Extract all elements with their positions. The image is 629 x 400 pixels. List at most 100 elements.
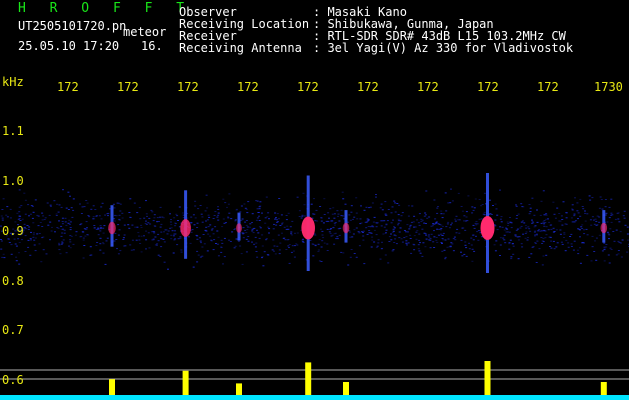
noise-speck	[417, 248, 420, 250]
noise-speck	[430, 233, 433, 235]
noise-speck	[428, 239, 430, 241]
noise-speck	[217, 212, 220, 214]
noise-speck	[606, 221, 609, 223]
noise-speck	[173, 217, 176, 219]
noise-speck	[18, 263, 21, 265]
noise-speck	[40, 261, 43, 263]
noise-speck	[320, 217, 323, 219]
noise-speck	[386, 220, 389, 222]
noise-speck	[228, 212, 231, 214]
noise-speck	[529, 207, 532, 209]
noise-speck	[465, 211, 468, 213]
noise-speck	[521, 206, 524, 208]
noise-speck	[256, 217, 259, 219]
noise-speck	[92, 216, 95, 218]
noise-speck	[140, 251, 143, 253]
noise-speck	[536, 221, 539, 223]
noise-speck	[34, 237, 37, 239]
echo-core	[301, 216, 316, 240]
noise-speck	[480, 205, 483, 207]
noise-speck	[240, 219, 243, 221]
noise-speck	[93, 227, 96, 229]
noise-speck	[444, 192, 447, 194]
noise-speck	[145, 200, 147, 202]
noise-speck	[329, 208, 332, 210]
noise-speck	[285, 219, 288, 221]
noise-speck	[433, 223, 436, 225]
noise-speck	[266, 254, 269, 256]
noise-speck	[55, 213, 58, 215]
noise-speck	[574, 197, 576, 199]
noise-speck	[391, 250, 394, 252]
noise-speck	[99, 225, 102, 227]
noise-speck	[194, 200, 197, 202]
noise-speck	[375, 196, 377, 198]
noise-speck	[281, 232, 283, 234]
noise-speck	[610, 249, 613, 250]
noise-speck	[342, 252, 345, 254]
noise-speck	[349, 219, 352, 221]
noise-speck	[54, 231, 56, 233]
noise-speck	[376, 245, 379, 247]
noise-speck	[499, 244, 502, 246]
noise-speck	[561, 224, 564, 226]
noise-speck	[421, 228, 424, 230]
noise-speck	[192, 266, 195, 268]
noise-speck	[584, 212, 587, 214]
noise-speck	[62, 189, 64, 191]
noise-speck	[595, 259, 598, 261]
noise-speck	[209, 224, 212, 226]
x-tick-label: 172	[537, 80, 559, 94]
noise-speck	[494, 203, 497, 205]
noise-speck	[341, 191, 344, 193]
noise-speck	[267, 226, 270, 228]
noise-speck	[517, 213, 520, 215]
noise-speck	[410, 252, 413, 254]
noise-speck	[279, 225, 282, 226]
noise-speck	[290, 251, 293, 253]
noise-speck	[366, 220, 369, 222]
noise-speck	[106, 213, 109, 215]
noise-speck	[544, 237, 547, 239]
noise-speck	[503, 229, 506, 231]
noise-speck	[165, 229, 168, 231]
noise-speck	[201, 221, 204, 223]
noise-speck	[407, 242, 410, 244]
noise-speck	[314, 244, 317, 246]
noise-speck	[317, 251, 320, 252]
noise-speck	[273, 223, 275, 225]
noise-speck	[403, 230, 406, 232]
noise-speck	[117, 234, 120, 236]
noise-speck	[586, 213, 589, 215]
x-tick-label: 172	[477, 80, 499, 94]
noise-speck	[58, 220, 60, 222]
noise-speck	[187, 236, 190, 238]
noise-speck	[113, 214, 116, 216]
noise-speck	[197, 208, 200, 210]
noise-speck	[384, 201, 387, 203]
noise-speck	[375, 246, 378, 248]
noise-speck	[180, 251, 183, 253]
noise-speck	[98, 215, 101, 217]
noise-speck	[288, 247, 290, 248]
noise-speck	[43, 219, 46, 220]
noise-speck	[217, 214, 220, 216]
noise-speck	[254, 236, 257, 238]
noise-speck	[424, 246, 427, 248]
noise-speck	[85, 200, 88, 201]
noise-speck	[428, 234, 430, 236]
noise-speck	[445, 210, 448, 212]
noise-speck	[461, 210, 464, 212]
noise-speck	[542, 190, 545, 192]
noise-speck	[177, 238, 180, 240]
noise-speck	[19, 220, 22, 221]
noise-speck	[328, 217, 330, 219]
noise-speck	[33, 239, 36, 241]
x-tick-label: 172	[57, 80, 79, 94]
noise-speck	[515, 204, 517, 206]
noise-speck	[147, 222, 150, 224]
noise-speck	[144, 222, 147, 224]
noise-speck	[468, 242, 471, 244]
noise-speck	[440, 228, 443, 229]
noise-speck	[97, 227, 100, 229]
